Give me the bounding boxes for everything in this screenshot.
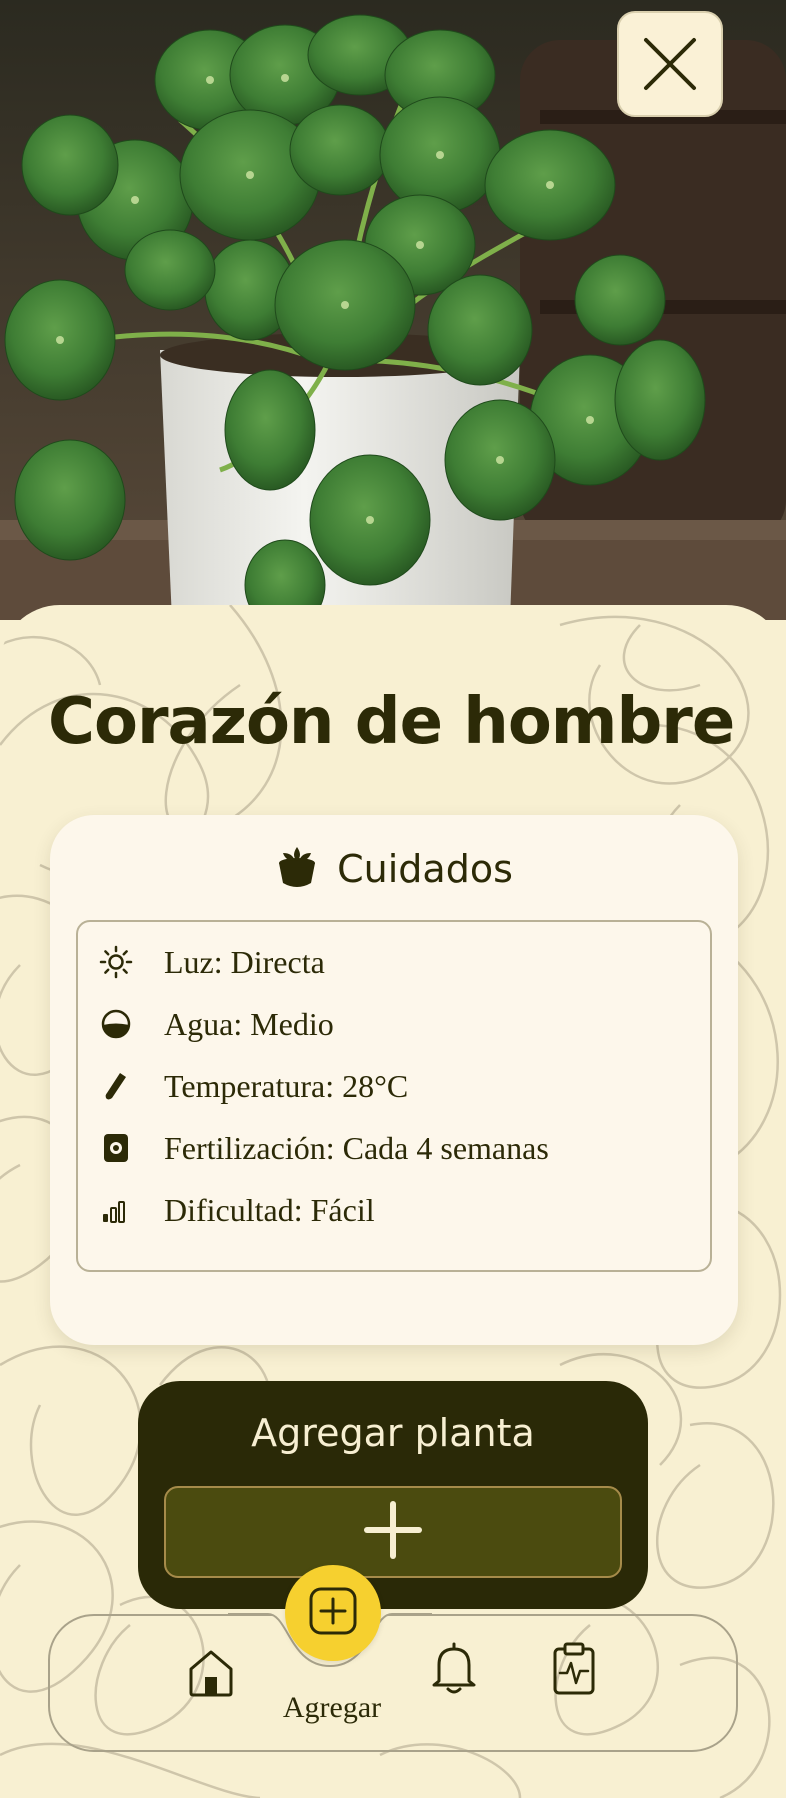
- add-plant-panel: Agregar planta: [138, 1381, 648, 1609]
- care-item-label: Fertilización: Cada 4 semanas: [164, 1129, 549, 1166]
- care-item-difficulty: Dificultad: Fácil: [98, 1185, 375, 1235]
- care-title: Cuidados: [337, 847, 513, 891]
- bottom-nav: [48, 1614, 738, 1752]
- care-item-light: Luz: Directa: [98, 937, 325, 987]
- add-square-icon: [307, 1585, 359, 1641]
- fertilizer-bag-icon: [98, 1130, 134, 1166]
- care-item-fertilization: Fertilización: Cada 4 semanas: [98, 1123, 549, 1173]
- water-drop-icon: [98, 1006, 134, 1042]
- nav-add-label: Agregar: [282, 1691, 382, 1724]
- plant-pot-icon: [275, 843, 319, 895]
- plant-name: Corazón de hombre: [48, 685, 735, 759]
- care-item-label: Temperatura: 28°C: [164, 1067, 409, 1104]
- add-plant-title: Agregar planta: [251, 1411, 535, 1455]
- bell-icon: [429, 1641, 479, 1701]
- home-icon: [186, 1647, 236, 1703]
- plus-icon: [363, 1500, 423, 1564]
- care-item-label: Luz: Directa: [164, 943, 325, 980]
- nav-notifications[interactable]: [426, 1641, 482, 1701]
- care-card: Cuidados Luz: Directa Agua: Medio Temper…: [50, 815, 738, 1345]
- plant-detail-sheet: Corazón de hombre Cuidados Luz: Directa …: [0, 605, 786, 1798]
- clipboard-pulse-icon: [550, 1641, 598, 1701]
- close-icon: [640, 34, 700, 94]
- close-button[interactable]: [617, 11, 723, 117]
- nav-home[interactable]: [183, 1645, 239, 1705]
- nav-health[interactable]: [546, 1641, 602, 1701]
- care-list: Luz: Directa Agua: Medio Temperatura: 28…: [76, 920, 712, 1272]
- nav-add-button[interactable]: [285, 1565, 381, 1661]
- signal-bars-icon: [98, 1192, 134, 1228]
- plant-photo: [0, 0, 786, 620]
- care-item-water: Agua: Medio: [98, 999, 334, 1049]
- sun-icon: [98, 944, 134, 980]
- thermometer-icon: [98, 1068, 134, 1104]
- care-header: Cuidados: [50, 843, 738, 895]
- care-item-label: Agua: Medio: [164, 1005, 334, 1042]
- add-plant-button[interactable]: [164, 1486, 622, 1578]
- care-item-label: Dificultad: Fácil: [164, 1191, 375, 1228]
- care-item-temperature: Temperatura: 28°C: [98, 1061, 408, 1111]
